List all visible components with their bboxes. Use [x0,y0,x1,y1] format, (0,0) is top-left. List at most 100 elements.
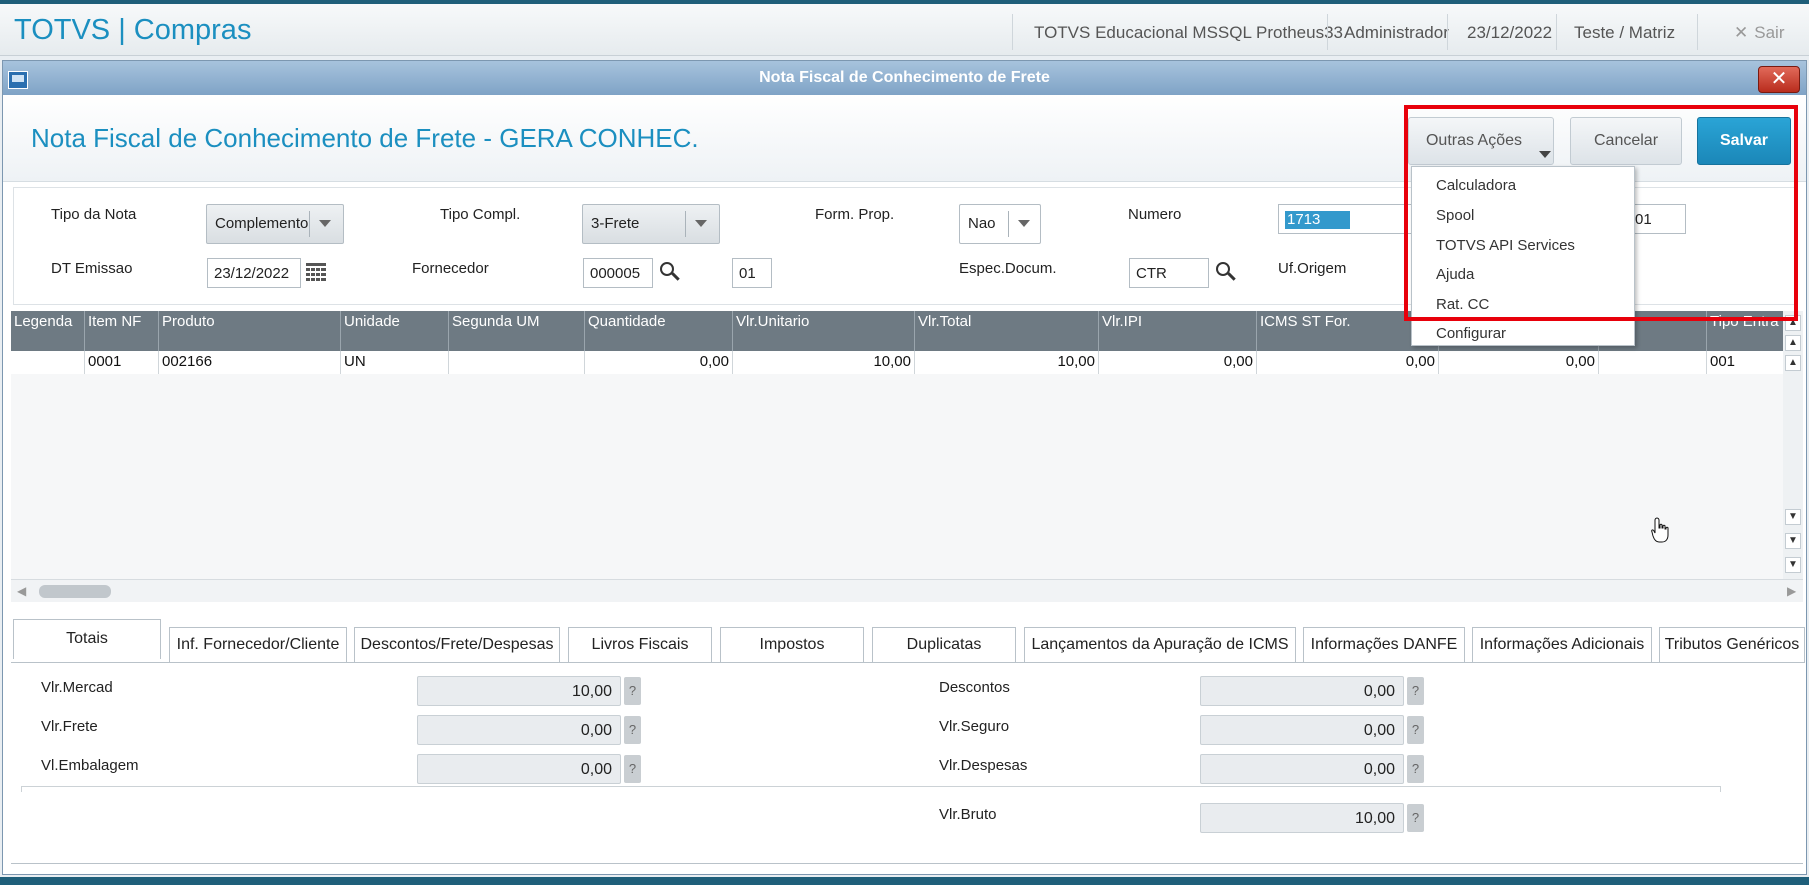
dialog-title: Nota Fiscal de Conhecimento de Frete [759,69,1050,86]
table-cell: 001 [1710,353,1736,370]
dt-emissao-input[interactable]: 23/12/2022 [207,258,301,288]
column-header[interactable]: Quantidade [585,311,733,351]
divider [1447,14,1448,50]
form-prop-label: Form. Prop. [815,206,895,223]
page-title: Nota Fiscal de Conhecimento de Frete - G… [31,123,699,153]
dt-emissao-value: 23/12/2022 [214,265,290,282]
help-button[interactable]: ? [1407,677,1424,705]
column-header[interactable]: Vlr.Total [915,311,1099,351]
window-bottom-strip [0,877,1809,885]
divider [1697,14,1698,50]
tab-duplicatas[interactable]: Duplicatas [872,627,1016,663]
tipo-nota-value: Complemento [215,215,309,232]
tab-inf-fornecedor[interactable]: Inf. Fornecedor/Cliente [169,627,347,663]
table-cell: 0,00 [1099,351,1257,374]
hand-cursor-icon [1651,517,1669,543]
help-button[interactable]: ? [624,677,641,705]
table-cell [11,351,85,374]
calendar-icon[interactable] [305,262,327,282]
vlr-despesas-label: Vlr.Despesas [939,757,1028,774]
tab-impostos[interactable]: Impostos [720,627,864,663]
search-icon[interactable] [660,262,682,284]
column-header[interactable]: Produto [159,311,341,351]
tab-totais[interactable]: Totais [13,619,161,659]
help-button[interactable]: ? [1407,755,1424,783]
loja-input[interactable]: 01 [732,258,772,288]
help-button[interactable]: ? [1407,804,1424,832]
scroll-right-button[interactable]: ▶ [1787,584,1796,598]
vlr-seguro-label: Vlr.Seguro [939,718,1010,735]
exit-button[interactable]: ✕ Sair [1734,23,1784,43]
descontos-label: Descontos [939,679,1010,696]
vlr-despesas-field[interactable]: 0,00 [1200,754,1404,784]
espec-docum-value: CTR [1136,265,1167,282]
vlr-seguro-field[interactable]: 0,00 [1200,715,1404,745]
environment-label: TOTVS Educacional MSSQL Protheus33 [1034,23,1343,42]
app-header: TOTVS | Compras TOTVS Educacional MSSQL … [0,4,1809,56]
tipo-compl-select[interactable]: 3-Frete [582,204,720,244]
panel-bottom-border [11,863,1803,864]
column-header[interactable]: Vlr.Unitario [733,311,915,351]
scroll-last-button[interactable]: ▼ [1785,557,1801,573]
tab-baseline [11,662,1804,663]
highlight-box [1404,105,1798,321]
table-cell: 10,00 [733,351,915,374]
close-icon: ✕ [1770,68,1788,90]
scroll-left-button[interactable]: ◀ [17,584,26,598]
tab-informacoes-adicionais[interactable]: Informações Adicionais [1472,627,1652,663]
help-button[interactable]: ? [624,755,641,783]
table-cell: 0,00 [1439,351,1599,374]
divider [309,211,310,237]
table-cell: 0001 [85,351,159,374]
divider [1008,211,1009,237]
tab-descontos[interactable]: Descontos/Frete/Despesas [354,627,560,663]
tipo-nota-select[interactable]: Complemento [206,204,344,244]
fornecedor-input[interactable]: 000005 [583,258,653,288]
vlr-bruto-field[interactable]: 10,00 [1200,803,1404,833]
column-header[interactable]: Segunda UM [449,311,585,351]
dialog-titlebar: Nota Fiscal de Conhecimento de Frete ✕ [3,61,1806,95]
vlr-mercad-field[interactable]: 10,00 [417,676,621,706]
numero-value: 1713 [1285,211,1351,229]
tab-tributos-genericos[interactable]: Tributos Genéricos [1659,627,1805,663]
tab-informacoes-danfe[interactable]: Informações DANFE [1303,627,1465,663]
chevron-down-icon [1018,220,1030,227]
branch-label: Teste / Matriz [1574,23,1676,42]
date-label: 23/12/2022 [1467,23,1553,42]
exit-label: Sair [1754,23,1785,42]
column-header[interactable]: Legenda [11,311,85,351]
form-prop-select[interactable]: Nao [959,204,1041,244]
scrollbar-thumb[interactable] [39,585,111,598]
tipo-compl-label: Tipo Compl. [440,206,521,223]
tab-lancamentos-icms[interactable]: Lançamentos da Apuração de ICMS [1024,627,1296,663]
scroll-up-button[interactable]: ▲ [1785,355,1801,371]
dt-emissao-label: DT Emissao [51,260,133,277]
espec-docum-input[interactable]: CTR [1129,258,1209,288]
column-header[interactable]: Unidade [341,311,449,351]
uf-origem-label: Uf.Origem [1278,260,1347,277]
grid-vertical-scrollbar[interactable]: ▲ ▲ ▲ ▼ ▼ ▼ [1783,311,1803,579]
scroll-page-up-button[interactable]: ▲ [1785,335,1801,351]
vl-embalagem-field[interactable]: 0,00 [417,754,621,784]
chevron-down-icon [695,220,707,227]
scroll-down-button[interactable]: ▼ [1785,509,1801,525]
loja-value: 01 [739,265,756,282]
grid-horizontal-scrollbar[interactable]: ◀ ▶ [11,579,1803,602]
divider [1012,14,1013,50]
menu-item-configurar[interactable]: Configurar [1436,325,1506,342]
help-button[interactable]: ? [624,716,641,744]
table-row[interactable]: 0001 002166 UN 0,00 10,00 10,00 0,00 0,0… [11,351,1783,375]
descontos-field[interactable]: 0,00 [1200,676,1404,706]
table-cell [1599,351,1707,374]
dialog-close-button[interactable]: ✕ [1758,66,1800,93]
column-header[interactable]: Vlr.IPI [1099,311,1257,351]
tab-livros-fiscais[interactable]: Livros Fiscais [568,627,712,663]
table-cell: 0,00 [585,351,733,374]
help-button[interactable]: ? [1407,716,1424,744]
vlr-frete-field[interactable]: 0,00 [417,715,621,745]
table-cell: 002166 [159,351,341,374]
espec-docum-label: Espec.Docum. [959,260,1057,277]
search-icon[interactable] [1216,262,1238,284]
scroll-page-down-button[interactable]: ▼ [1785,533,1801,549]
column-header[interactable]: Item NF [85,311,159,351]
